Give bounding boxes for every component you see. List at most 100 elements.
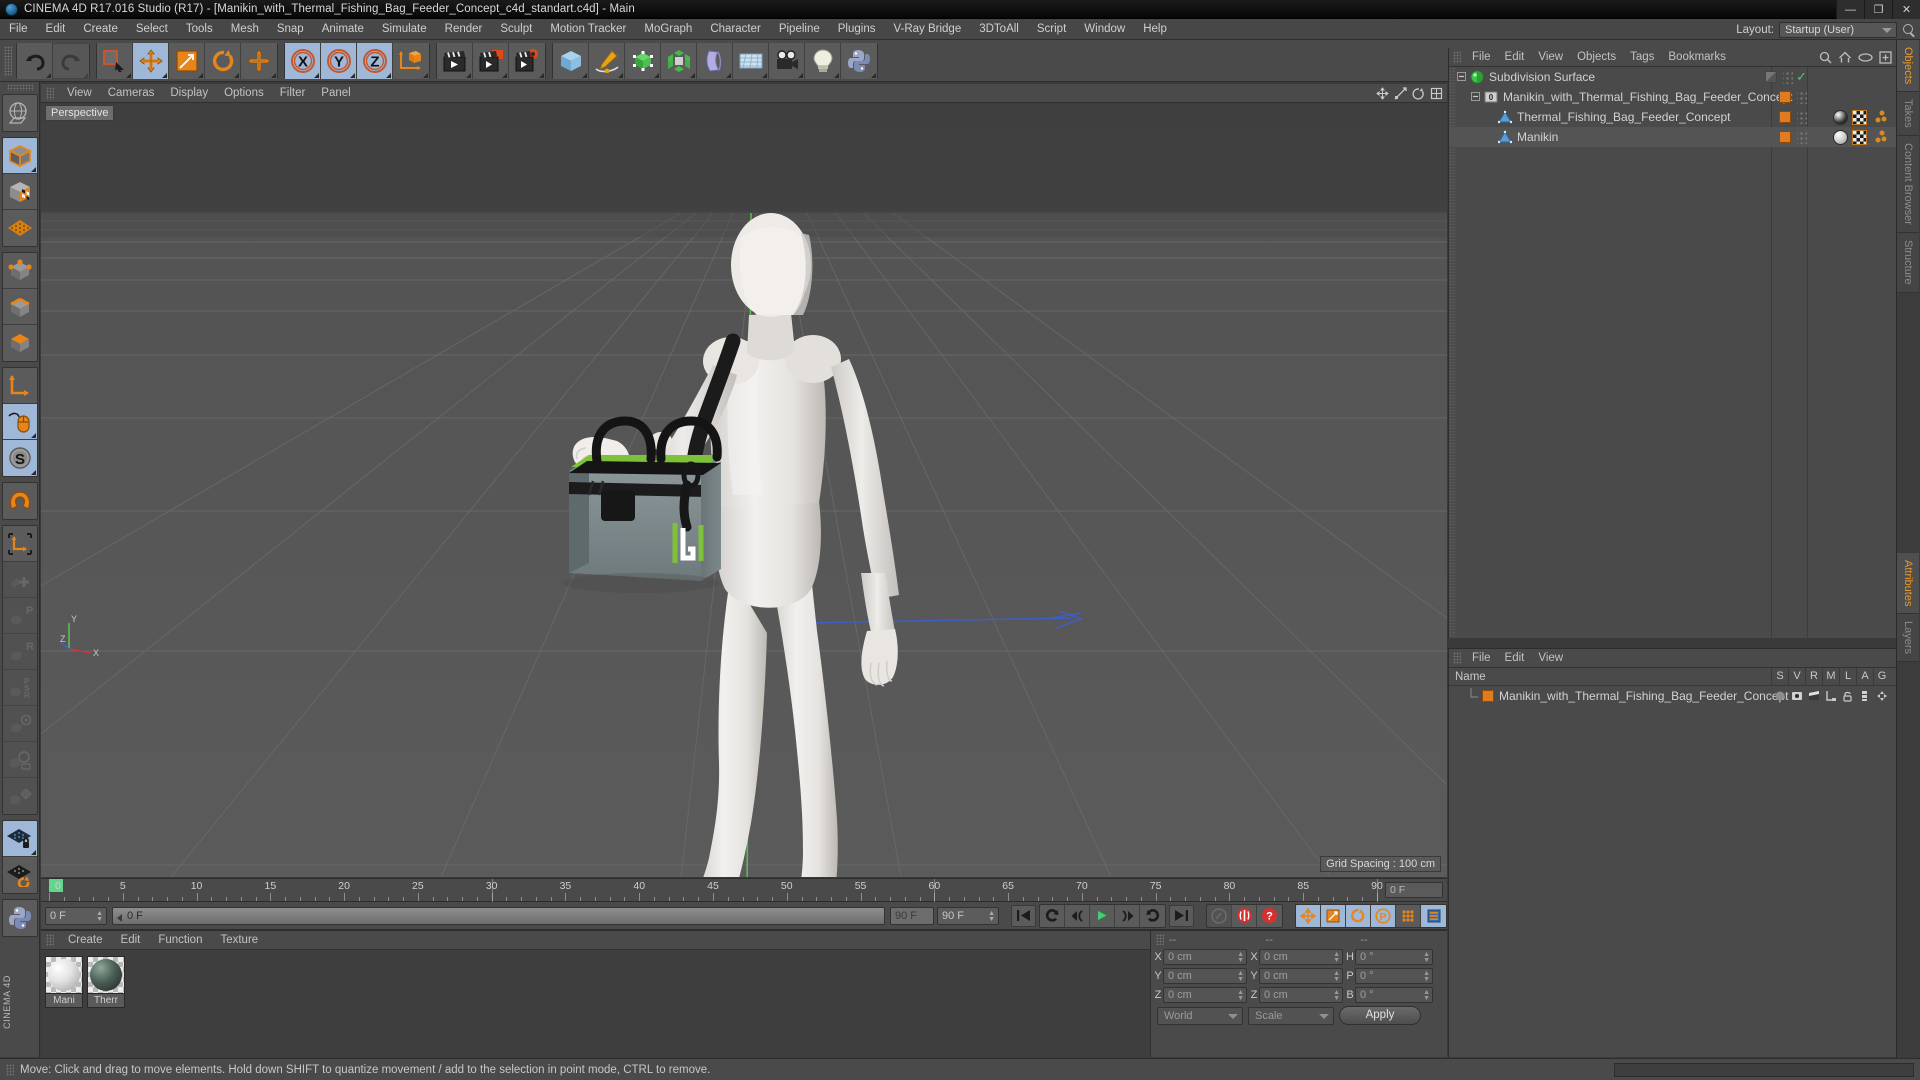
play-forwards-button[interactable]: [1140, 904, 1165, 927]
menu-item-file[interactable]: File: [0, 19, 37, 40]
material-menu-texture[interactable]: Texture: [211, 931, 267, 950]
stepper-icon[interactable]: ▲ ▼: [1333, 970, 1340, 983]
object-tree[interactable]: Subdivision Surface ✓ 0 Manikin_with_Therma…: [1449, 67, 1897, 638]
object-row[interactable]: Subdivision Surface ✓: [1449, 67, 1897, 87]
close-button[interactable]: ✕: [1892, 0, 1920, 19]
menu-item-simulate[interactable]: Simulate: [373, 19, 436, 40]
transform-mode-select[interactable]: Scale: [1248, 1006, 1334, 1025]
undo-button[interactable]: [17, 42, 53, 79]
dropdown-corner-icon[interactable]: [350, 72, 355, 78]
menu-item-3dtoall[interactable]: 3DToAll: [970, 19, 1028, 40]
lock-rotation-button[interactable]: R: [2, 634, 37, 670]
dropdown-corner-icon[interactable]: [162, 72, 167, 78]
viewport-grip[interactable]: [46, 86, 54, 100]
eye-icon[interactable]: [1858, 52, 1873, 63]
document-end-field[interactable]: 90 F ▲ ▼: [937, 906, 999, 925]
expander-icon[interactable]: [1457, 70, 1470, 84]
dropdown-corner-icon[interactable]: [314, 72, 319, 78]
coordinates-position-field[interactable]: 0 cm ▲ ▼: [1163, 967, 1247, 984]
record-scale-button[interactable]: [1321, 904, 1346, 927]
maximize-button[interactable]: ❐: [1864, 0, 1892, 19]
expander-icon[interactable]: [1471, 90, 1484, 104]
attribute-column-R[interactable]: R: [1805, 668, 1822, 686]
object-color-tag[interactable]: [1779, 91, 1791, 103]
enable-snapping-button[interactable]: [2, 404, 37, 440]
frame-scrubber[interactable]: 0 F: [112, 906, 885, 925]
menu-item-character[interactable]: Character: [701, 19, 770, 40]
attribute-manager-grip[interactable]: [1453, 652, 1461, 664]
material-menu-create[interactable]: Create: [59, 931, 112, 950]
menu-item-mograph[interactable]: MoGraph: [635, 19, 701, 40]
render-settings-button[interactable]: [509, 42, 545, 79]
record-param-button[interactable]: P: [1371, 904, 1396, 927]
menu-item-animate[interactable]: Animate: [313, 19, 373, 40]
scene-objects-button[interactable]: [697, 42, 733, 79]
object-menu-tags[interactable]: Tags: [1623, 48, 1661, 67]
object-enabled-check-icon[interactable]: ✓: [1796, 69, 1807, 85]
toolbar-grip[interactable]: [4, 45, 12, 76]
dropdown-corner-icon[interactable]: [234, 72, 239, 78]
model-mode-button[interactable]: [2, 138, 37, 174]
attribute-column-L[interactable]: L: [1839, 668, 1856, 686]
dropdown-corner-icon[interactable]: [618, 72, 623, 78]
coordinates-position-field[interactable]: 0 cm ▲ ▼: [1163, 986, 1247, 1003]
viewport-menu-cameras[interactable]: Cameras: [100, 84, 163, 103]
material-tag-icon[interactable]: [1833, 129, 1848, 145]
dropdown-corner-icon[interactable]: [726, 72, 731, 78]
layer-color-swatch[interactable]: [1482, 690, 1494, 702]
add-cube-button[interactable]: [553, 42, 589, 79]
menu-item-create[interactable]: Create: [74, 19, 127, 40]
stepper-icon[interactable]: ▲ ▼: [1423, 989, 1430, 1002]
texture-mode-button[interactable]: [2, 174, 37, 210]
dropdown-corner-icon[interactable]: [30, 167, 36, 172]
add-spline-button[interactable]: [589, 42, 625, 79]
vertical-tab-content-browser[interactable]: Content Browser: [1897, 136, 1919, 233]
menu-item-help[interactable]: Help: [1134, 19, 1176, 40]
dropdown-corner-icon[interactable]: [798, 72, 803, 78]
scene-floor-button[interactable]: [733, 42, 769, 79]
lock-param-button[interactable]: [2, 742, 37, 778]
lock-workplane-button[interactable]: [2, 821, 37, 857]
stepper-icon[interactable]: ▲ ▼: [1333, 989, 1340, 1002]
menu-item-edit[interactable]: Edit: [37, 19, 75, 40]
dropdown-corner-icon[interactable]: [126, 72, 131, 78]
object-visibility-dots[interactable]: [1783, 70, 1794, 84]
viewport-menu-view[interactable]: View: [59, 84, 100, 103]
object-color-tag[interactable]: [1779, 111, 1791, 123]
point-mode-button[interactable]: [2, 253, 37, 289]
menu-item-sculpt[interactable]: Sculpt: [491, 19, 541, 40]
material-preview-dark-green-sphere[interactable]: [87, 956, 125, 994]
material-manager-grip[interactable]: [46, 934, 54, 946]
object-display-tag[interactable]: [1765, 71, 1778, 83]
live-selection-button[interactable]: [97, 42, 133, 79]
layer-toggle-V[interactable]: [1788, 690, 1805, 702]
object-menu-file[interactable]: File: [1465, 48, 1498, 67]
y-axis-button[interactable]: Y: [321, 42, 357, 79]
menu-item-script[interactable]: Script: [1028, 19, 1075, 40]
lock-position-button[interactable]: P: [2, 598, 37, 634]
uvw-tag-icon[interactable]: [1871, 110, 1887, 125]
edge-mode-button[interactable]: [2, 289, 37, 325]
object-color-tag[interactable]: [1779, 131, 1791, 143]
workplane-mode-button[interactable]: [2, 210, 37, 246]
dropdown-corner-icon[interactable]: [834, 72, 839, 78]
viewport-3d-scene[interactable]: [41, 103, 1447, 877]
workplane-rotate-button[interactable]: [2, 857, 37, 893]
vertical-tab-objects[interactable]: Objects: [1897, 40, 1919, 93]
light-button[interactable]: [805, 42, 841, 79]
dropdown-corner-icon[interactable]: [502, 72, 507, 78]
layer-toggle-R[interactable]: [1805, 690, 1822, 702]
stepper-icon[interactable]: ▲ ▼: [96, 910, 103, 923]
polygon-mode-button[interactable]: [2, 325, 37, 361]
world-coord-button[interactable]: [393, 42, 429, 79]
preview-end-field[interactable]: 90 F: [890, 906, 934, 925]
timeline-playhead[interactable]: [491, 879, 493, 903]
minimize-button[interactable]: —: [1836, 0, 1864, 19]
object-visibility-dots[interactable]: [1797, 90, 1807, 104]
rotate-view-icon[interactable]: [1412, 87, 1425, 100]
attribute-menu-file[interactable]: File: [1465, 649, 1498, 668]
viewport-menu-filter[interactable]: Filter: [272, 84, 314, 103]
attribute-column-G[interactable]: G: [1873, 668, 1890, 686]
attribute-rows[interactable]: Manikin_with_Thermal_Fishing_Bag_Feeder_…: [1449, 686, 1896, 706]
coordinates-grip[interactable]: [1156, 934, 1164, 945]
